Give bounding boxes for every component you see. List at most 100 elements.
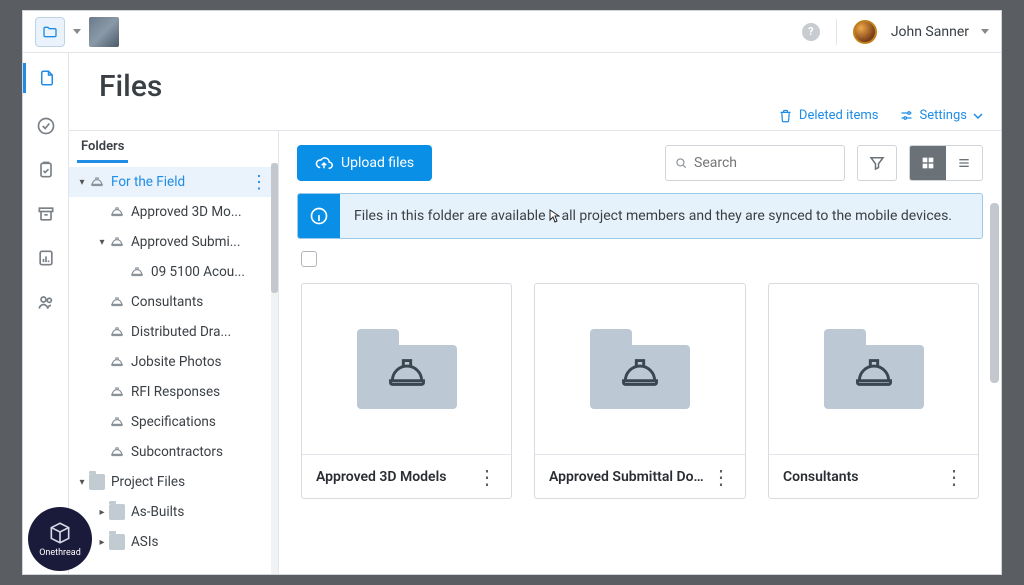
card-menu-button[interactable]: ⋮	[940, 465, 968, 489]
folder-tree: ▾ For the Field ⋮ Approved 3D Mo... ▾ Appr…	[69, 163, 278, 574]
folder-card[interactable]: Approved 3D Models⋮	[301, 283, 512, 499]
select-all-checkbox[interactable]	[301, 251, 317, 267]
chevron-right-icon[interactable]: ▸	[95, 507, 109, 518]
nav-archive[interactable]	[35, 203, 57, 225]
hardhat-icon	[109, 444, 125, 460]
sidebar-tabs: Folders	[69, 131, 278, 163]
help-icon[interactable]: ?	[802, 23, 820, 41]
tree-node-label: 09 5100 Acou...	[151, 264, 274, 280]
tree-node[interactable]: Approved 3D Mo...	[69, 197, 278, 227]
card-footer: Consultants⋮	[769, 454, 978, 498]
content-scrollbar-thumb[interactable]	[990, 203, 999, 383]
filter-button[interactable]	[857, 145, 897, 181]
chevron-down-icon[interactable]: ▾	[95, 237, 109, 248]
project-picker-button[interactable]	[35, 17, 65, 47]
card-thumbnail	[302, 284, 511, 454]
tree-node[interactable]: Consultants	[69, 287, 278, 317]
chevron-down-icon	[973, 111, 983, 121]
file-icon	[38, 69, 56, 87]
nav-rail	[23, 53, 69, 574]
clipboard-edit-icon	[36, 160, 56, 180]
select-all-row	[279, 249, 1001, 277]
tab-folders[interactable]: Folders	[77, 131, 128, 163]
nav-files[interactable]	[23, 63, 68, 93]
card-menu-button[interactable]: ⋮	[707, 465, 735, 489]
upload-files-button[interactable]: Upload files	[297, 145, 432, 181]
tree-node-label: RFI Responses	[131, 384, 274, 400]
hardhat-icon	[109, 324, 125, 340]
folder-icon	[89, 474, 105, 490]
tree-node-label: Subcontractors	[131, 444, 274, 460]
card-name: Consultants	[783, 469, 940, 485]
tree-node-label: Specifications	[131, 414, 274, 430]
chevron-down-icon[interactable]: ▾	[75, 477, 89, 488]
tree-node-label: Approved Submi...	[131, 234, 274, 250]
folder-hardhat-icon	[357, 329, 457, 409]
body: Files Deleted items Settings	[23, 53, 1001, 574]
hardhat-icon	[109, 204, 125, 220]
card-menu-button[interactable]: ⋮	[473, 465, 501, 489]
tree-node[interactable]: ▸ ASIs	[69, 527, 278, 557]
sidebar-scrollbar-thumb[interactable]	[271, 163, 278, 293]
card-name: Approved Submittal Docs	[549, 469, 707, 485]
hardhat-icon	[109, 414, 125, 430]
tree-node[interactable]: Jobsite Photos	[69, 347, 278, 377]
tree-node[interactable]: ▸As-Builts	[69, 497, 278, 527]
view-grid-button[interactable]	[910, 146, 946, 180]
folder-icon	[109, 504, 125, 520]
search-input-wrapper[interactable]	[665, 145, 845, 181]
deleted-items-link[interactable]: Deleted items	[778, 108, 879, 123]
search-input[interactable]	[694, 155, 836, 171]
nav-edit[interactable]	[35, 159, 57, 181]
deleted-items-label: Deleted items	[799, 108, 879, 123]
tree-node-label: Approved 3D Mo...	[131, 204, 274, 220]
card-thumbnail	[769, 284, 978, 454]
tree-node[interactable]: ▾ Approved Submi...	[69, 227, 278, 257]
tree-node[interactable]: Subcontractors	[69, 437, 278, 467]
tree-node-label: Consultants	[131, 294, 274, 310]
tree-node[interactable]: Distributed Dra...	[69, 317, 278, 347]
tree-node-label: ASIs	[131, 534, 274, 550]
tree-node-project-files[interactable]: ▾ Project Files	[69, 467, 278, 497]
cube-icon	[47, 520, 73, 546]
tree-node-root[interactable]: ▾ For the Field ⋮	[69, 167, 278, 197]
avatar[interactable]	[853, 20, 877, 44]
tree-node[interactable]: RFI Responses	[69, 377, 278, 407]
username-label[interactable]: John Sanner	[891, 24, 969, 40]
tree-node[interactable]: 09 5100 Acou...	[69, 257, 278, 287]
chevron-down-icon[interactable]	[73, 29, 81, 34]
archive-icon	[36, 204, 56, 224]
settings-label: Settings	[920, 108, 967, 123]
filter-icon	[868, 154, 886, 172]
nav-report[interactable]	[35, 247, 57, 269]
chevron-right-icon[interactable]: ▸	[95, 537, 109, 548]
card-thumbnail	[535, 284, 745, 454]
nav-members[interactable]	[35, 291, 57, 313]
folders-sidebar: Folders ▾ For the Field ⋮	[69, 131, 279, 574]
report-icon	[36, 248, 56, 268]
tree-node-label: Project Files	[111, 474, 274, 490]
people-icon	[36, 292, 56, 312]
tree-node-label: For the Field	[111, 174, 244, 190]
tree-node-label: Jobsite Photos	[131, 354, 274, 370]
info-icon	[298, 194, 340, 238]
brand-label: Onethread	[39, 548, 81, 558]
nav-checklist[interactable]	[35, 115, 57, 137]
chevron-down-icon[interactable]: ▾	[75, 177, 89, 188]
cursor-icon	[548, 209, 560, 223]
settings-link[interactable]: Settings	[899, 108, 983, 123]
folder-card[interactable]: Consultants⋮	[768, 283, 979, 499]
card-footer: Approved 3D Models⋮	[302, 454, 511, 498]
hardhat-icon	[129, 264, 145, 280]
topbar: ? John Sanner	[23, 11, 1001, 53]
list-icon	[956, 155, 972, 171]
folder-card[interactable]: Approved Submittal Docs⋮	[534, 283, 746, 499]
divider	[836, 19, 837, 45]
tree-node[interactable]: Specifications	[69, 407, 278, 437]
card-name: Approved 3D Models	[316, 469, 473, 485]
chevron-down-icon[interactable]	[981, 29, 989, 34]
view-list-button[interactable]	[946, 146, 982, 180]
folder-hardhat-icon	[824, 329, 924, 409]
node-menu-button[interactable]: ⋮	[244, 172, 274, 193]
project-thumbnail[interactable]	[89, 17, 119, 47]
